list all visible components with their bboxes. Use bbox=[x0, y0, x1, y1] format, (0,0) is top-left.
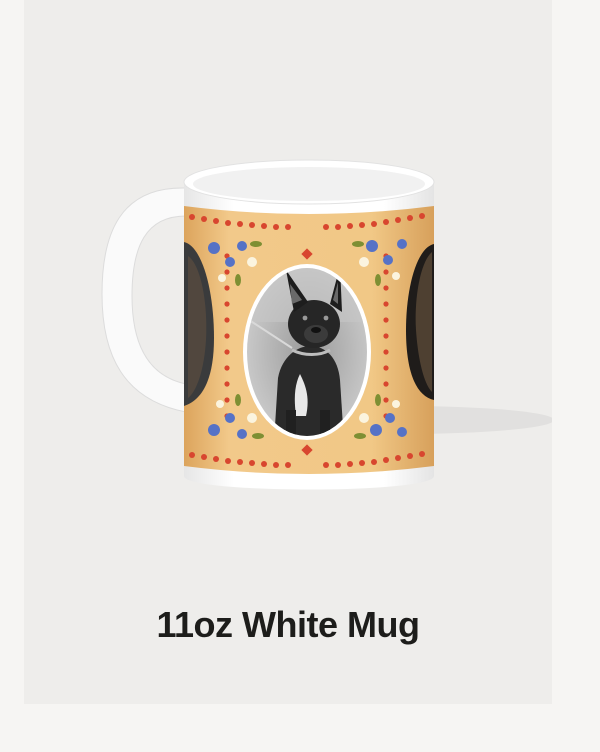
product-card[interactable]: 11oz White Mug bbox=[24, 0, 552, 704]
mug-opening bbox=[193, 167, 425, 201]
mug-handle bbox=[101, 187, 187, 413]
mug-product-image bbox=[101, 159, 552, 490]
product-title[interactable]: 11oz White Mug bbox=[24, 604, 552, 646]
